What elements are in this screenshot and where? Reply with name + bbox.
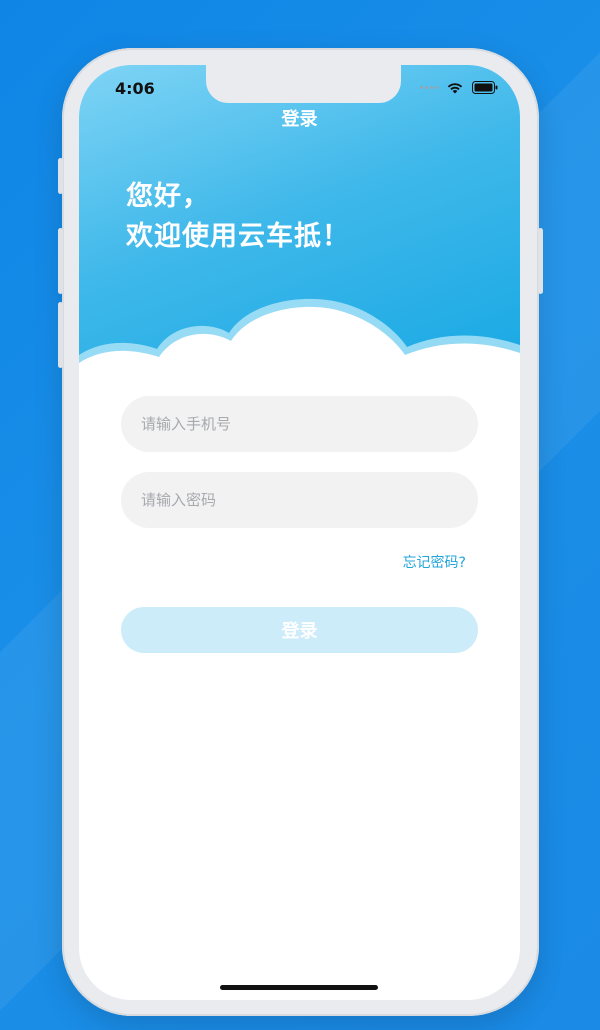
phone-number-input[interactable]: [121, 396, 478, 452]
battery-icon: [472, 81, 498, 94]
login-button[interactable]: 登录: [121, 607, 478, 653]
cloud-divider: [79, 298, 520, 403]
camera-notch: [206, 65, 401, 103]
phone-side-button-volume-up: [58, 228, 63, 294]
phone-side-button-power: [538, 228, 543, 294]
status-icons: [420, 81, 498, 94]
greeting: 您好， 欢迎使用云车抵！: [126, 177, 350, 257]
signal-dots-icon: [420, 86, 438, 89]
phone-screen: 4:06 登录 您好， 欢迎使用云车抵！ 忘记密码? 登录: [79, 65, 520, 1000]
greeting-line-2: 欢迎使用云车抵！: [126, 221, 350, 252]
status-time: 4:06: [115, 79, 155, 98]
wifi-icon: [447, 83, 463, 94]
phone-side-button-volume-down: [58, 302, 63, 368]
forgot-password-link[interactable]: 忘记密码?: [403, 552, 466, 572]
greeting-line-1: 您好，: [126, 181, 210, 212]
phone-side-button-mute: [58, 158, 63, 194]
page-title: 登录: [281, 109, 318, 130]
home-indicator[interactable]: [220, 985, 378, 990]
password-input[interactable]: [121, 472, 478, 528]
